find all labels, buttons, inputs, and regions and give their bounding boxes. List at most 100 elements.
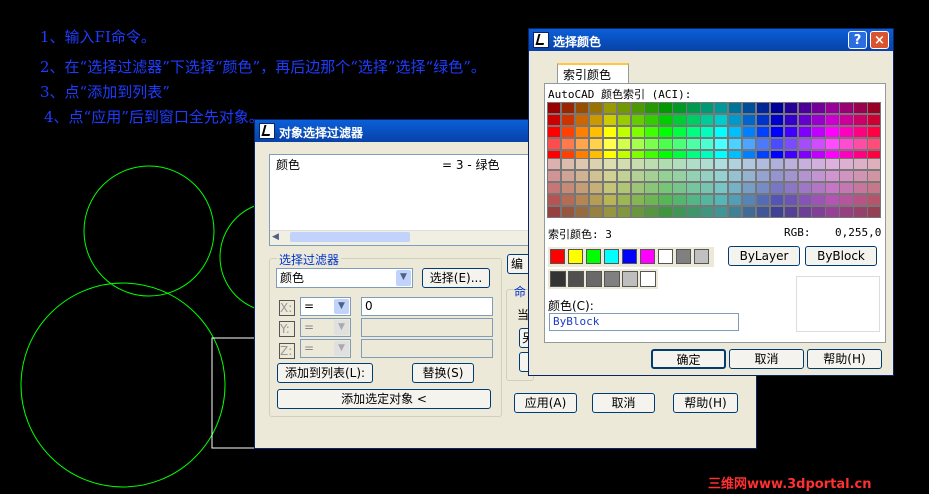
aci-color-cell[interactable]	[741, 138, 757, 150]
aci-color-cell[interactable]	[644, 126, 659, 138]
aci-color-cell[interactable]	[560, 170, 576, 182]
aci-color-cell[interactable]	[602, 182, 618, 194]
aci-color-cell[interactable]	[602, 114, 618, 126]
aci-color-cell[interactable]	[588, 114, 604, 126]
aci-color-cell[interactable]	[686, 158, 701, 170]
replace-button[interactable]: 替换(S)	[412, 363, 474, 383]
aci-color-cell[interactable]	[602, 170, 618, 182]
aci-color-cell[interactable]	[867, 194, 882, 206]
gray-colors-row[interactable]	[548, 269, 658, 289]
aci-color-cell[interactable]	[755, 170, 771, 182]
aci-color-cell[interactable]	[825, 158, 840, 170]
aci-color-cell[interactable]	[797, 206, 812, 218]
aci-color-cell[interactable]	[700, 158, 715, 170]
aci-color-cell[interactable]	[672, 158, 687, 170]
aci-color-cell[interactable]	[727, 126, 743, 138]
aci-color-cell[interactable]	[853, 126, 868, 138]
standard-color-swatch[interactable]	[658, 249, 673, 264]
aci-color-cell[interactable]	[741, 206, 757, 218]
aci-color-cell[interactable]	[672, 114, 687, 126]
standard-color-swatch[interactable]	[568, 249, 583, 264]
aci-color-cell[interactable]	[741, 102, 757, 114]
aci-color-cell[interactable]	[741, 126, 757, 138]
aci-color-cell[interactable]	[811, 138, 826, 150]
aci-color-cell[interactable]	[797, 138, 812, 150]
standard-color-swatch[interactable]	[694, 249, 709, 264]
aci-color-cell[interactable]	[588, 158, 604, 170]
aci-color-cell[interactable]	[811, 126, 826, 138]
gray-color-swatch[interactable]	[586, 271, 602, 287]
aci-color-cell[interactable]	[686, 170, 701, 182]
aci-color-cell[interactable]	[714, 102, 729, 114]
color-input[interactable]: ByBlock	[549, 313, 739, 331]
y-operator-dropdown[interactable]: = ▼	[300, 318, 351, 337]
aci-color-cell[interactable]	[616, 102, 631, 114]
aci-color-cell[interactable]	[714, 182, 729, 194]
aci-color-cell[interactable]	[602, 206, 618, 218]
aci-color-cell[interactable]	[658, 206, 673, 218]
aci-color-cell[interactable]	[672, 182, 687, 194]
aci-color-cell[interactable]	[727, 102, 743, 114]
aci-color-cell[interactable]	[825, 182, 840, 194]
aci-color-cell[interactable]	[867, 182, 882, 194]
aci-color-cell[interactable]	[811, 158, 826, 170]
aci-color-cell[interactable]	[783, 194, 798, 206]
aci-color-cell[interactable]	[547, 102, 562, 114]
aci-color-cell[interactable]	[574, 126, 590, 138]
aci-color-cell[interactable]	[588, 170, 604, 182]
aci-color-cell[interactable]	[825, 170, 840, 182]
gray-color-swatch[interactable]	[568, 271, 584, 287]
aci-color-cell[interactable]	[769, 102, 785, 114]
aci-color-cell[interactable]	[658, 158, 673, 170]
aci-color-cell[interactable]	[797, 158, 812, 170]
x-value-field[interactable]: 0	[361, 297, 493, 316]
aci-color-cell[interactable]	[769, 114, 785, 126]
gray-color-swatch[interactable]	[604, 271, 620, 287]
aci-color-cell[interactable]	[839, 158, 854, 170]
x-operator-dropdown[interactable]: = ▼	[300, 297, 351, 316]
aci-color-cell[interactable]	[672, 102, 687, 114]
aci-color-cell[interactable]	[769, 138, 785, 150]
aci-color-cell[interactable]	[686, 206, 701, 218]
aci-color-cell[interactable]	[853, 114, 868, 126]
aci-color-cell[interactable]	[658, 138, 673, 150]
aci-color-cell[interactable]	[783, 126, 798, 138]
aci-color-cell[interactable]	[630, 126, 645, 138]
aci-color-cell[interactable]	[644, 138, 659, 150]
aci-color-cell[interactable]	[700, 138, 715, 150]
aci-color-cell[interactable]	[547, 194, 562, 206]
aci-color-cell[interactable]	[547, 138, 562, 150]
aci-color-cell[interactable]	[560, 158, 576, 170]
aci-color-cell[interactable]	[783, 102, 798, 114]
gray-color-swatch[interactable]	[550, 271, 566, 287]
aci-color-cell[interactable]	[714, 114, 729, 126]
aci-color-cell[interactable]	[658, 170, 673, 182]
aci-color-cell[interactable]	[755, 114, 771, 126]
aci-color-cell[interactable]	[574, 194, 590, 206]
aci-color-cell[interactable]	[560, 194, 576, 206]
aci-color-cell[interactable]	[686, 194, 701, 206]
standard-color-swatch[interactable]	[640, 249, 655, 264]
aci-color-cell[interactable]	[700, 170, 715, 182]
aci-color-cell[interactable]	[560, 114, 576, 126]
aci-color-cell[interactable]	[658, 114, 673, 126]
aci-color-cell[interactable]	[602, 194, 618, 206]
add-selected-object-button[interactable]: 添加选定对象 <	[277, 389, 491, 409]
aci-color-cell[interactable]	[727, 170, 743, 182]
aci-color-cell[interactable]	[686, 114, 701, 126]
aci-color-cell[interactable]	[825, 126, 840, 138]
aci-color-cell[interactable]	[755, 138, 771, 150]
aci-color-cell[interactable]	[839, 206, 854, 218]
aci-color-cell[interactable]	[630, 114, 645, 126]
aci-color-cell[interactable]	[574, 182, 590, 194]
aci-color-cell[interactable]	[853, 194, 868, 206]
help-button[interactable]: 帮助(H)	[807, 349, 882, 369]
aci-color-cell[interactable]	[644, 170, 659, 182]
aci-color-cell[interactable]	[839, 194, 854, 206]
aci-color-cell[interactable]	[769, 170, 785, 182]
aci-color-cell[interactable]	[853, 182, 868, 194]
aci-color-cell[interactable]	[867, 102, 882, 114]
aci-color-cell[interactable]	[616, 206, 631, 218]
aci-color-cell[interactable]	[560, 138, 576, 150]
aci-color-cell[interactable]	[741, 194, 757, 206]
